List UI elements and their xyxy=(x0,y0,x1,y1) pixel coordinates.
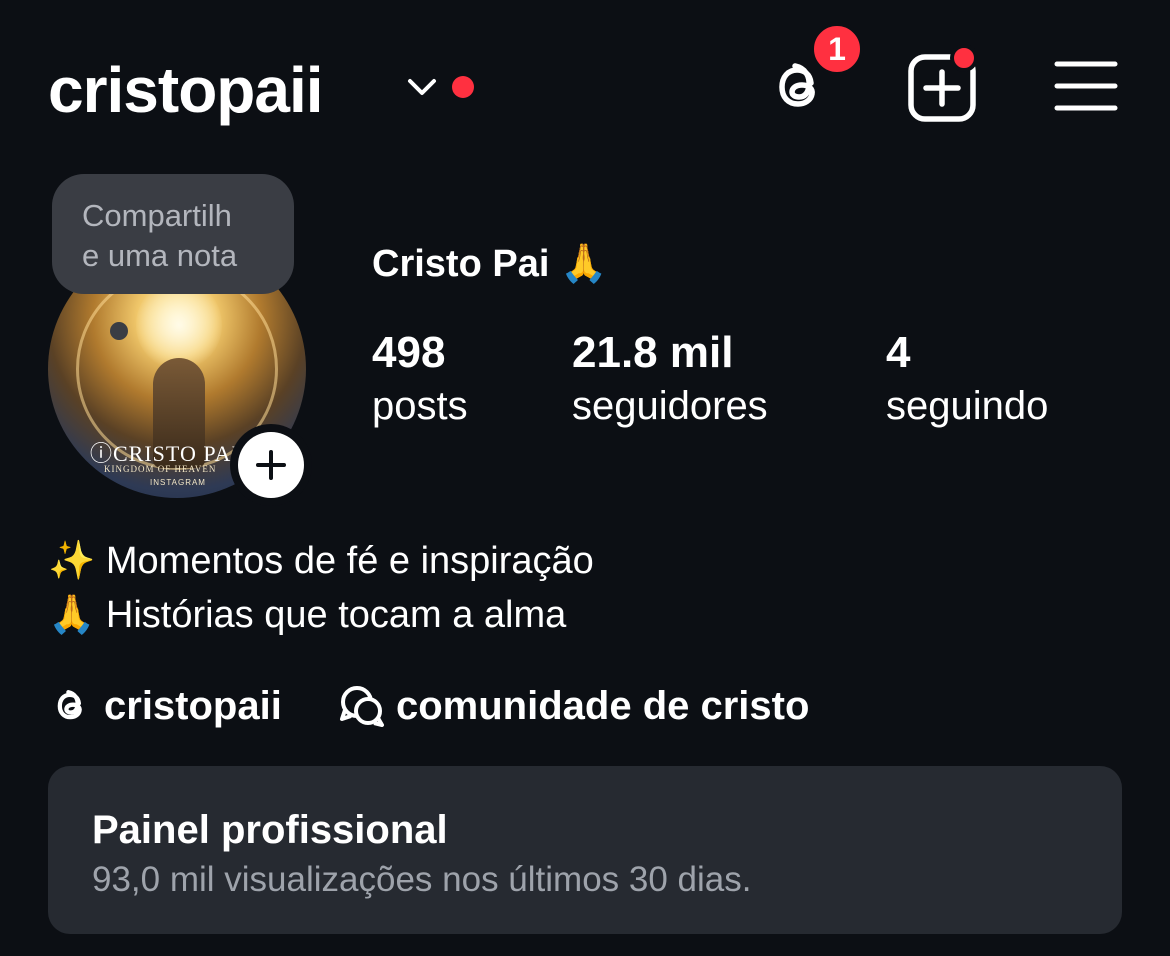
display-name: Cristo Pai 🙏 xyxy=(372,243,608,285)
add-story-button[interactable] xyxy=(230,424,312,506)
hamburger-menu-icon[interactable] xyxy=(1052,58,1120,114)
stat-posts-value: 498 xyxy=(372,328,446,377)
stat-following-label: seguindo xyxy=(886,384,1049,428)
plus-icon xyxy=(256,450,286,480)
stat-following[interactable]: 4 seguindo xyxy=(886,326,1048,432)
avatar-subtitle-2: INSTAGRAM xyxy=(150,478,206,487)
threads-profile-link[interactable]: cristopaii xyxy=(48,678,282,734)
stat-posts[interactable]: 498 posts xyxy=(372,326,468,432)
create-alert-dot xyxy=(950,44,978,72)
note-line-1: Compartilh xyxy=(82,198,232,233)
bio: ✨ Momentos de fé e inspiração 🙏 História… xyxy=(48,534,594,642)
bio-line-1: ✨ Momentos de fé e inspiração xyxy=(48,540,594,582)
account-alert-dot xyxy=(452,76,474,98)
bio-line-2: 🙏 Histórias que tocam a alma xyxy=(48,594,567,636)
chevron-down-icon[interactable] xyxy=(404,72,440,102)
profile-page: cristopaii 1 ⓘCRISTO PAI KINGDOM OF HEAV… xyxy=(0,0,1170,956)
stat-followers-label: seguidores xyxy=(572,384,768,428)
professional-dashboard-subtitle: 93,0 mil visualizações nos últimos 30 di… xyxy=(92,860,752,899)
notification-badge: 1 xyxy=(810,22,864,76)
broadcast-channel-icon xyxy=(340,686,384,727)
threads-icon xyxy=(57,690,82,720)
stat-followers[interactable]: 21.8 mil seguidores xyxy=(572,326,768,432)
note-bubble-tail xyxy=(110,322,128,340)
professional-dashboard-title: Painel profissional xyxy=(92,808,448,852)
stat-posts-label: posts xyxy=(372,384,468,428)
note-bubble[interactable]: Compartilh e uma nota xyxy=(52,174,294,294)
channel-name: comunidade de cristo xyxy=(396,683,810,728)
note-line-2: e uma nota xyxy=(82,238,238,273)
account-username[interactable]: cristopaii xyxy=(48,50,324,130)
professional-dashboard-card[interactable]: Painel profissional 93,0 mil visualizaçõ… xyxy=(48,766,1122,934)
broadcast-channel-link[interactable]: comunidade de cristo xyxy=(338,678,809,734)
avatar-subtitle: KINGDOM OF HEAVEN xyxy=(104,464,217,474)
stat-following-value: 4 xyxy=(886,328,911,377)
stat-followers-value: 21.8 mil xyxy=(572,328,734,377)
threads-handle: cristopaii xyxy=(104,683,282,728)
